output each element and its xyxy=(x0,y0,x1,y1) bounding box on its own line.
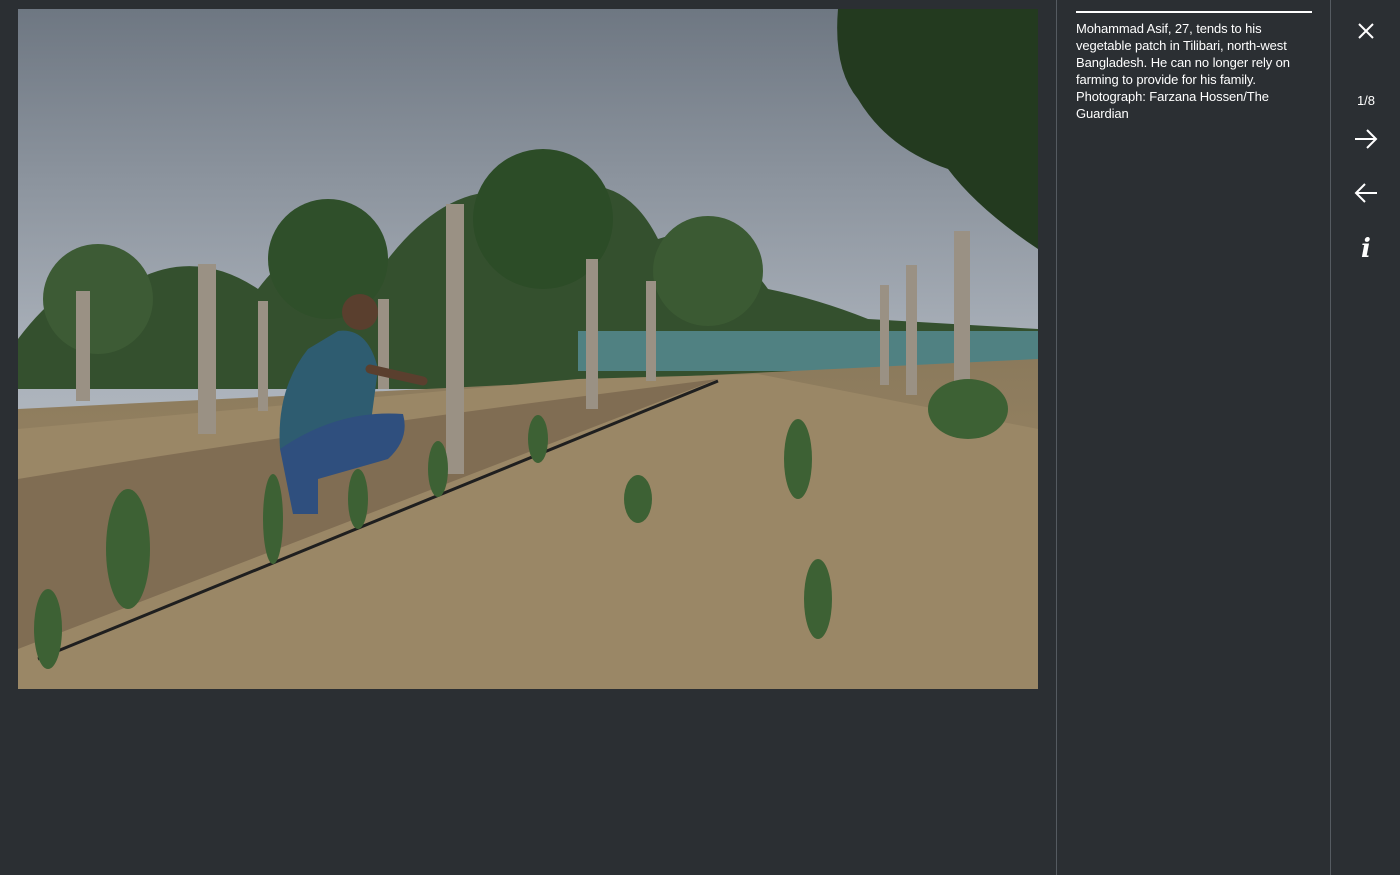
info-button[interactable]: i xyxy=(1331,232,1400,266)
photo-counter: 1/8 xyxy=(1356,92,1376,108)
previous-photo-button[interactable] xyxy=(1331,178,1400,208)
next-photo-button[interactable] xyxy=(1331,124,1400,154)
close-icon xyxy=(1358,23,1374,39)
arrow-left-icon xyxy=(1354,183,1377,203)
gallery-photo xyxy=(18,9,1038,689)
arrow-right-icon xyxy=(1355,129,1378,149)
photo-caption: Mohammad Asif, 27, tends to his vegetabl… xyxy=(1076,21,1290,121)
photo-illustration xyxy=(18,9,1038,689)
info-icon: i xyxy=(1361,234,1371,264)
caption-divider xyxy=(1076,11,1312,13)
caption-panel: Mohammad Asif, 27, tends to his vegetabl… xyxy=(1056,0,1330,875)
close-button[interactable] xyxy=(1331,16,1400,46)
gallery-controls: 1/8 i xyxy=(1330,0,1400,875)
